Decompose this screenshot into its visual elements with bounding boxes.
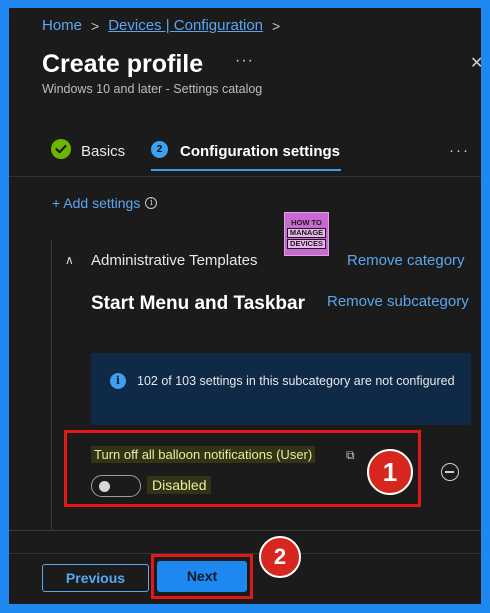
step-basics[interactable]: Basics [81,143,125,160]
close-icon[interactable]: ✕ [470,53,481,73]
logo-text-line: MANAGE [286,228,327,238]
divider [9,176,481,177]
info-icon: i [110,373,126,389]
active-step-indicator [151,169,341,171]
remove-category-link[interactable]: Remove category [347,252,465,269]
divider [9,530,481,531]
breadcrumb: Home > Devices | Configuration > [42,17,289,34]
previous-button[interactable]: Previous [42,564,149,592]
how-to-manage-devices-logo: HOW TO MANAGE DEVICES [284,212,329,256]
add-settings-label[interactable]: + Add settings [52,195,140,211]
page-subtitle: Windows 10 and later - Settings catalog [42,82,263,96]
remove-subcategory-link[interactable]: Remove subcategory [327,293,469,310]
page-title: Create profile [42,50,204,78]
logo-text-line: HOW TO [291,218,322,227]
check-icon [51,139,71,159]
chevron-right-icon: > [272,17,281,34]
step-configuration-settings[interactable]: Configuration settings [180,143,340,160]
chevron-up-icon[interactable]: ∧ [65,253,74,267]
steps-more-icon[interactable]: ··· [449,142,470,159]
add-settings-link[interactable]: + Add settings i [52,195,158,211]
category-guide-line [51,240,52,530]
logo-text-line: DEVICES [287,239,326,249]
breadcrumb-devices-link[interactable]: Devices | Configuration [108,17,263,34]
annotation-badge-2: 2 [259,536,301,578]
info-message-text: 102 of 103 settings in this subcategory … [137,374,455,388]
next-button[interactable]: Next [157,561,247,592]
remove-setting-icon[interactable] [441,463,459,481]
info-message-bar: i 102 of 103 settings in this subcategor… [91,353,471,425]
annotation-badge-1: 1 [367,449,413,495]
subcategory-title: Start Menu and Taskbar [91,293,305,314]
category-label[interactable]: Administrative Templates [91,252,257,269]
configuration-panel: Home > Devices | Configuration > Create … [9,8,481,604]
breadcrumb-home-link[interactable]: Home [42,17,82,34]
step-number-badge: 2 [151,141,168,158]
chevron-right-icon: > [91,17,100,34]
more-options-icon[interactable]: ··· [235,52,254,70]
info-icon[interactable]: i [145,197,158,209]
